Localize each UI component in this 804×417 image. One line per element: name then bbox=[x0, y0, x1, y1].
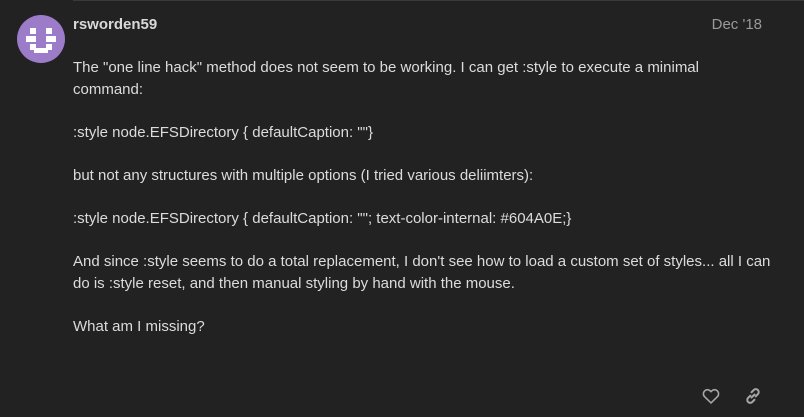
post-divider bbox=[73, 0, 804, 1]
avatar-pattern-icon bbox=[17, 15, 65, 63]
avatar[interactable] bbox=[17, 15, 65, 63]
share-link-button[interactable] bbox=[742, 385, 764, 407]
post-date[interactable]: Dec '18 bbox=[712, 16, 762, 33]
post-paragraph: :style node.EFSDirectory { defaultCaptio… bbox=[73, 124, 373, 141]
heart-icon bbox=[702, 388, 720, 404]
post-paragraph: What am I missing? bbox=[73, 318, 205, 335]
post-paragraph: but not any structures with multiple opt… bbox=[73, 167, 534, 184]
post-paragraph: :style node.EFSDirectory { defaultCaptio… bbox=[73, 210, 572, 227]
like-button[interactable] bbox=[700, 385, 722, 407]
author-name[interactable]: rsworden59 bbox=[73, 16, 157, 33]
post-paragraph: The "one line hack" method does not seem… bbox=[73, 59, 699, 98]
post-body: The "one line hack" method does not seem… bbox=[73, 57, 773, 359]
link-icon bbox=[746, 388, 760, 404]
post-paragraph: And since :style seems to do a total rep… bbox=[73, 253, 771, 292]
